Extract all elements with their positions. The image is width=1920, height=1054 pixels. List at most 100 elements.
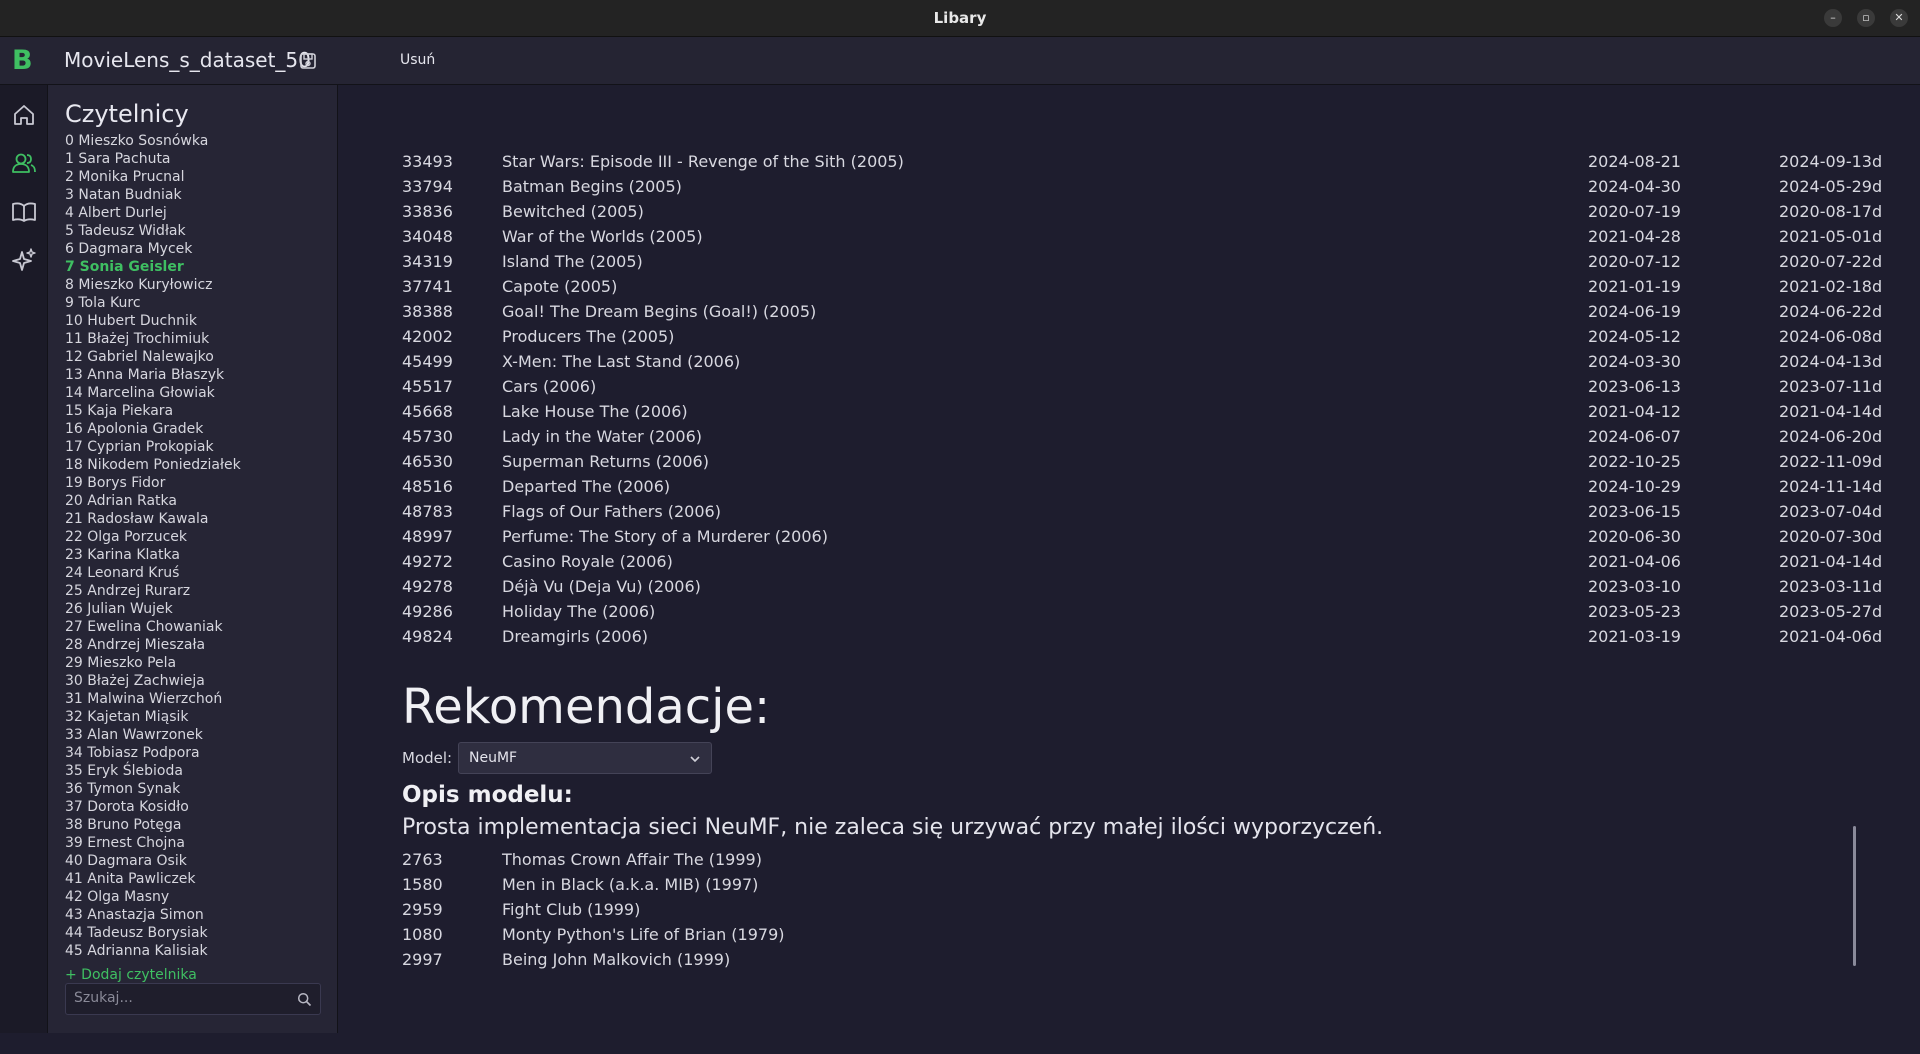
- reader-item[interactable]: 35 Eryk Ślebioda: [65, 762, 325, 780]
- reader-item[interactable]: 38 Bruno Potęga: [65, 816, 325, 834]
- reader-item[interactable]: 17 Cyprian Prokopiak: [65, 438, 325, 456]
- reader-item[interactable]: 36 Tymon Synak: [65, 780, 325, 798]
- loan-id: 49272: [402, 552, 453, 571]
- loan-id: 42002: [402, 327, 453, 346]
- loan-title: Goal! The Dream Begins (Goal!) (2005): [502, 302, 817, 321]
- reader-item[interactable]: 43 Anastazja Simon: [65, 906, 325, 924]
- loan-title: Perfume: The Story of a Murderer (2006): [502, 527, 828, 546]
- reader-item[interactable]: 22 Olga Porzucek: [65, 528, 325, 546]
- recommendation-title: Monty Python's Life of Brian (1979): [502, 925, 785, 944]
- reader-item[interactable]: 21 Radosław Kawala: [65, 510, 325, 528]
- loan-title: Departed The (2006): [502, 477, 671, 496]
- reader-item[interactable]: 33 Alan Wawrzonek: [65, 726, 325, 744]
- loan-id: 33794: [402, 177, 453, 196]
- home-icon[interactable]: [10, 101, 38, 129]
- reader-item[interactable]: 12 Gabriel Nalewajko: [65, 348, 325, 366]
- reader-item[interactable]: 0 Mieszko Sosnówka: [65, 132, 325, 150]
- reader-item[interactable]: 6 Dagmara Mycek: [65, 240, 325, 258]
- delete-button[interactable]: Usuń: [400, 52, 435, 68]
- sparkles-icon[interactable]: [10, 246, 38, 274]
- loan-row: 49824 Dreamgirls (2006) 2021-03-19 2021-04-…: [402, 625, 1902, 650]
- loan-row: 48516 Departed The (2006) 2024-10-29 2024-1…: [402, 475, 1902, 500]
- reader-item[interactable]: 23 Karina Klatka: [65, 546, 325, 564]
- reader-item[interactable]: 31 Malwina Wierzchoń: [65, 690, 325, 708]
- loan-end-date: 2024-05-29d: [1779, 177, 1883, 196]
- reader-item[interactable]: 25 Andrzej Rurarz: [65, 582, 325, 600]
- reader-item[interactable]: 30 Błażej Zachwieja: [65, 672, 325, 690]
- loan-start-date: 2024-08-21: [1588, 152, 1681, 171]
- loan-end-date: 2020-07-22d: [1779, 252, 1883, 271]
- app-header: B MovieLens_s_dataset_50 Usuń: [0, 37, 1920, 85]
- close-icon[interactable]: ✕: [1890, 9, 1908, 27]
- reader-item[interactable]: 19 Borys Fidor: [65, 474, 325, 492]
- recommendation-row: 2763 Thomas Crown Affair The (1999): [402, 848, 1402, 873]
- loan-start-date: 2024-05-12: [1588, 327, 1681, 346]
- reader-item[interactable]: 1 Sara Pachuta: [65, 150, 325, 168]
- reader-item[interactable]: 26 Julian Wujek: [65, 600, 325, 618]
- loan-row: 38388 Goal! The Dream Begins (Goal!) (200…: [402, 300, 1902, 325]
- reader-item[interactable]: 41 Anita Pawliczek: [65, 870, 325, 888]
- reader-item[interactable]: 4 Albert Durlej: [65, 204, 325, 222]
- recommendation-id: 2997: [402, 950, 443, 969]
- users-icon[interactable]: [10, 149, 38, 177]
- minimize-icon[interactable]: –: [1824, 9, 1842, 27]
- reader-item[interactable]: 28 Andrzej Mieszała: [65, 636, 325, 654]
- loan-start-date: 2024-03-30: [1588, 352, 1681, 371]
- loan-end-date: 2021-04-14d: [1779, 552, 1883, 571]
- save-icon[interactable]: [299, 52, 317, 70]
- loan-row: 37741 Capote (2005) 2021-01-19 2021-02-18d: [402, 275, 1902, 300]
- add-reader-button[interactable]: + Dodaj czytelnika: [65, 967, 315, 983]
- loan-row: 45730 Lady in the Water (2006) 2024-06-07 2…: [402, 425, 1902, 450]
- maximize-icon[interactable]: ▫: [1857, 9, 1875, 27]
- reader-item[interactable]: 14 Marcelina Głowiak: [65, 384, 325, 402]
- reader-item[interactable]: 9 Tola Kurc: [65, 294, 325, 312]
- loan-title: Dreamgirls (2006): [502, 627, 649, 646]
- reader-item[interactable]: 7 Sonia Geisler: [65, 258, 325, 276]
- search-icon[interactable]: [297, 992, 312, 1007]
- reader-item[interactable]: 29 Mieszko Pela: [65, 654, 325, 672]
- reader-search: [65, 983, 321, 1015]
- reader-item[interactable]: 2 Monika Prucnal: [65, 168, 325, 186]
- recommendations-list: 2763 Thomas Crown Affair The (1999) 1580 Me…: [402, 848, 1402, 973]
- loan-id: 46530: [402, 452, 453, 471]
- loan-start-date: 2020-06-30: [1588, 527, 1681, 546]
- reader-item[interactable]: 39 Ernest Chojna: [65, 834, 325, 852]
- reader-item[interactable]: 18 Nikodem Poniedziałek: [65, 456, 325, 474]
- reader-item[interactable]: 16 Apolonia Gradek: [65, 420, 325, 438]
- reader-item[interactable]: 27 Ewelina Chowaniak: [65, 618, 325, 636]
- loan-title: Déjà Vu (Deja Vu) (2006): [502, 577, 701, 596]
- reader-item[interactable]: 3 Natan Budniak: [65, 186, 325, 204]
- reader-item[interactable]: 42 Olga Masny: [65, 888, 325, 906]
- recommendation-title: Fight Club (1999): [502, 900, 641, 919]
- loan-row: 42002 Producers The (2005) 2024-05-12 2024-…: [402, 325, 1902, 350]
- reader-item[interactable]: 5 Tadeusz Widłak: [65, 222, 325, 240]
- reader-item[interactable]: 45 Adrianna Kalisiak: [65, 942, 325, 960]
- search-input[interactable]: [74, 990, 284, 1006]
- reader-item[interactable]: 24 Leonard Kruś: [65, 564, 325, 582]
- loan-id: 49286: [402, 602, 453, 621]
- loan-row: 34048 War of the Worlds (2005) 2021-04-28 2…: [402, 225, 1902, 250]
- reader-item[interactable]: 32 Kajetan Miąsik: [65, 708, 325, 726]
- reader-item[interactable]: 44 Tadeusz Borysiak: [65, 924, 325, 942]
- loan-id: 34319: [402, 252, 453, 271]
- reader-item[interactable]: 20 Adrian Ratka: [65, 492, 325, 510]
- model-select[interactable]: NeuMF: [458, 742, 712, 774]
- reader-item[interactable]: 13 Anna Maria Błaszyk: [65, 366, 325, 384]
- reader-item[interactable]: 15 Kaja Piekara: [65, 402, 325, 420]
- loan-end-date: 2023-05-27d: [1779, 602, 1883, 621]
- reader-item[interactable]: 11 Błażej Trochimiuk: [65, 330, 325, 348]
- reader-item[interactable]: 8 Mieszko Kuryłowicz: [65, 276, 325, 294]
- reader-item[interactable]: 10 Hubert Duchnik: [65, 312, 325, 330]
- reader-item[interactable]: 40 Dagmara Osik: [65, 852, 325, 870]
- model-description-heading: Opis modelu:: [402, 782, 573, 808]
- loan-start-date: 2021-01-19: [1588, 277, 1681, 296]
- loan-title: X-Men: The Last Stand (2006): [502, 352, 741, 371]
- loan-end-date: 2024-11-14d: [1779, 477, 1883, 496]
- reader-item[interactable]: 34 Tobiasz Podpora: [65, 744, 325, 762]
- model-description: Prosta implementacja sieci NeuMF, nie za…: [402, 815, 1384, 840]
- book-icon[interactable]: [10, 198, 38, 226]
- recommendation-row: 1580 Men in Black (a.k.a. MIB) (1997): [402, 873, 1402, 898]
- scrollbar[interactable]: [1853, 826, 1856, 966]
- loan-start-date: 2020-07-12: [1588, 252, 1681, 271]
- reader-item[interactable]: 37 Dorota Kosidło: [65, 798, 325, 816]
